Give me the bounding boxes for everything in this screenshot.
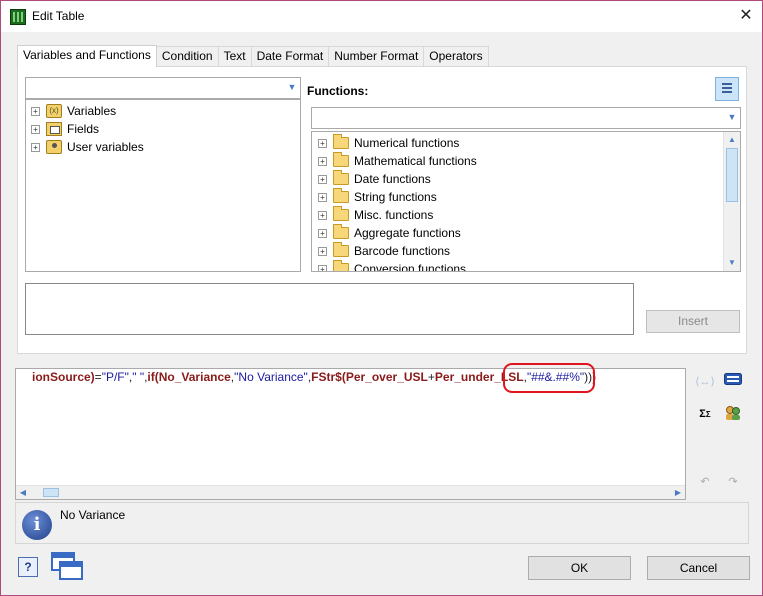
folder-icon xyxy=(333,152,349,167)
folder-icon xyxy=(333,134,349,149)
close-icon[interactable]: ✕ xyxy=(734,5,758,27)
expr-token: ionSource) xyxy=(32,370,95,384)
expand-icon[interactable]: + xyxy=(318,156,327,166)
tree-item-mathematical-functions[interactable]: + Mathematical functions xyxy=(318,152,477,170)
tree-item-label: Misc. functions xyxy=(354,208,434,222)
functions-tree[interactable]: + Numerical functions + Mathematical fun… xyxy=(311,131,741,272)
description-box xyxy=(25,283,634,335)
windows-icon[interactable] xyxy=(51,552,83,582)
expr-token: + xyxy=(427,370,435,384)
tree-item-label: User variables xyxy=(67,140,144,154)
scroll-right-icon[interactable]: ▶ xyxy=(671,486,685,499)
variables-filter-combo[interactable]: ▼ xyxy=(25,77,301,99)
scroll-up-icon[interactable]: ▲ xyxy=(724,132,740,148)
scroll-thumb[interactable] xyxy=(43,488,59,497)
folder-icon xyxy=(333,224,349,239)
expand-icon[interactable]: + xyxy=(318,210,327,220)
folder-icon xyxy=(333,260,349,271)
expand-icon[interactable]: + xyxy=(31,124,40,134)
tree-item-label: Numerical functions xyxy=(354,136,460,150)
ok-button[interactable]: OK xyxy=(528,556,631,580)
scroll-down-icon[interactable]: ▼ xyxy=(724,255,740,271)
expr-token: "No Variance" xyxy=(234,370,308,384)
folder-icon xyxy=(333,188,349,203)
expr-token: if( xyxy=(147,370,159,384)
variables-tree[interactable]: + (x) Variables + Fields + User variable… xyxy=(25,99,301,272)
app-table-icon xyxy=(10,9,26,25)
undo-icon[interactable]: ↶ xyxy=(695,473,715,491)
help-icon[interactable]: ? xyxy=(18,557,38,577)
fields-icon xyxy=(46,122,62,136)
tree-item-aggregate-functions[interactable]: + Aggregate functions xyxy=(318,224,461,242)
folder-icon xyxy=(333,206,349,221)
tree-item-label: Aggregate functions xyxy=(354,226,461,240)
view-mode-icon[interactable] xyxy=(715,77,739,101)
tree-item-label: Barcode functions xyxy=(354,244,451,258)
chevron-down-icon[interactable]: ▼ xyxy=(287,82,297,92)
tab-strip: Variables and Functions Condition Text D… xyxy=(17,45,489,67)
expand-icon[interactable]: + xyxy=(318,246,327,256)
functions-label: Functions: xyxy=(307,84,369,98)
expand-icon[interactable]: + xyxy=(31,142,40,152)
info-text: No Variance xyxy=(60,508,126,522)
expr-token: FStr$( xyxy=(311,370,346,384)
tree-item-label: Mathematical functions xyxy=(354,154,477,168)
tab-variables-and-functions[interactable]: Variables and Functions xyxy=(17,45,157,67)
info-icon: i xyxy=(22,510,52,540)
chevron-down-icon[interactable]: ▼ xyxy=(727,112,737,122)
folder-icon xyxy=(333,242,349,257)
functions-filter-combo[interactable]: ▼ xyxy=(311,107,741,129)
expr-token: "P/F" xyxy=(101,370,129,384)
tree-item-user-variables[interactable]: + User variables xyxy=(31,138,144,156)
cancel-button[interactable]: Cancel xyxy=(647,556,750,580)
tree-item-string-functions[interactable]: + String functions xyxy=(318,188,437,206)
wrap-icon[interactable]: ⟨↔⟩ xyxy=(695,373,715,391)
tab-text[interactable]: Text xyxy=(217,46,252,67)
tree-item-label: Variables xyxy=(67,104,117,118)
scroll-thumb[interactable] xyxy=(726,148,738,202)
dialog-title: Edit Table xyxy=(32,9,85,23)
expand-icon[interactable]: + xyxy=(318,192,327,202)
expr-token: = xyxy=(94,370,102,384)
tab-condition[interactable]: Condition xyxy=(155,46,219,67)
editor-horizontal-scrollbar[interactable]: ◀ ▶ xyxy=(16,485,685,499)
expand-icon[interactable]: + xyxy=(31,106,40,116)
tree-item-label: Conversion functions xyxy=(354,262,467,272)
tree-item-label: String functions xyxy=(354,190,437,204)
tree-item-barcode-functions[interactable]: + Barcode functions xyxy=(318,242,450,260)
folder-icon xyxy=(333,170,349,185)
title-bar: Edit Table ✕ xyxy=(1,1,762,32)
tab-date-format[interactable]: Date Format xyxy=(250,46,330,67)
variables-icon: (x) xyxy=(46,104,62,118)
tree-item-numerical-functions[interactable]: + Numerical functions xyxy=(318,134,459,152)
tab-operators[interactable]: Operators xyxy=(423,46,489,67)
expr-token: No_Variance xyxy=(158,370,231,384)
sum-icon[interactable]: ΣΣ xyxy=(695,405,715,423)
scroll-left-icon[interactable]: ◀ xyxy=(16,486,30,499)
expand-icon[interactable]: + xyxy=(318,138,327,148)
user-variables-icon xyxy=(46,140,62,154)
expand-icon[interactable]: + xyxy=(318,264,327,271)
tree-item-label: Date functions xyxy=(354,172,431,186)
tree-item-conversion-functions[interactable]: + Conversion functions xyxy=(318,260,467,272)
edit-table-dialog: Edit Table ✕ Variables and Functions Con… xyxy=(0,0,763,596)
tree-item-date-functions[interactable]: + Date functions xyxy=(318,170,431,188)
tab-number-format[interactable]: Number Format xyxy=(328,46,425,67)
expand-icon[interactable]: + xyxy=(318,174,327,184)
tree-item-fields[interactable]: + Fields xyxy=(31,120,99,138)
tree-item-variables[interactable]: + (x) Variables xyxy=(31,102,116,120)
expr-token: " " xyxy=(132,370,145,384)
tree-item-label: Fields xyxy=(67,122,100,136)
expand-icon[interactable]: + xyxy=(318,228,327,238)
users-icon[interactable] xyxy=(723,405,743,423)
tree-item-misc-functions[interactable]: + Misc. functions xyxy=(318,206,433,224)
functions-scrollbar[interactable]: ▲ ▼ xyxy=(723,132,740,271)
info-bar: i No Variance xyxy=(15,502,749,544)
insert-button-label: Insert xyxy=(677,314,708,328)
insert-button[interactable]: Insert xyxy=(646,310,740,333)
redo-icon[interactable]: ↷ xyxy=(723,473,743,491)
highlight-annotation xyxy=(503,363,595,393)
keyboard-icon[interactable] xyxy=(723,373,743,391)
expr-token: Per_over_USL xyxy=(345,370,428,384)
